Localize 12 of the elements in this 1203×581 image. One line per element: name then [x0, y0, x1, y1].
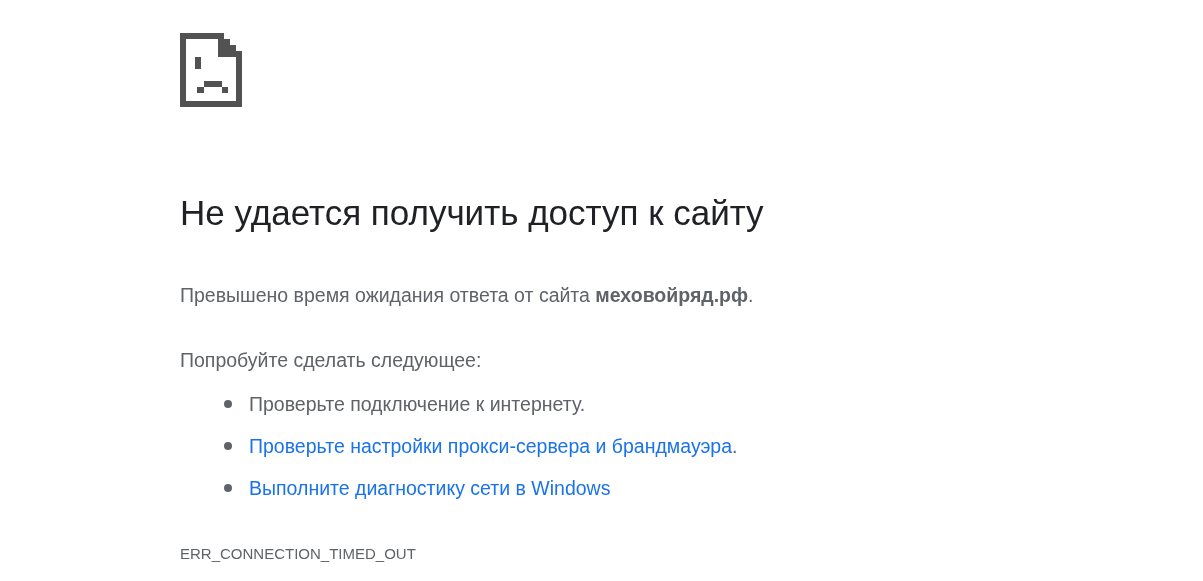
- page-title: Не удается получить доступ к сайту: [180, 192, 765, 234]
- error-message: Превышено время ожидания ответа от сайта меховойряд.рф.: [180, 283, 755, 308]
- suggestion-link[interactable]: Выполните диагностику сети в Windows: [249, 476, 611, 499]
- bullet-icon: [224, 400, 232, 408]
- punctuation: .: [732, 434, 738, 457]
- suggestion-text: Проверьте подключение к интернету.: [249, 392, 586, 415]
- bullet-icon: [224, 442, 232, 450]
- suggestions-heading: Попробуйте сделать следующее:: [180, 348, 483, 373]
- bullet-icon: [224, 484, 232, 492]
- sad-page-icon: [180, 33, 244, 107]
- suggestion-link[interactable]: Проверьте настройки прокси-сервера и брандмауэра: [249, 434, 733, 457]
- error-code: ERR_CONNECTION_TIMED_OUT: [180, 544, 417, 564]
